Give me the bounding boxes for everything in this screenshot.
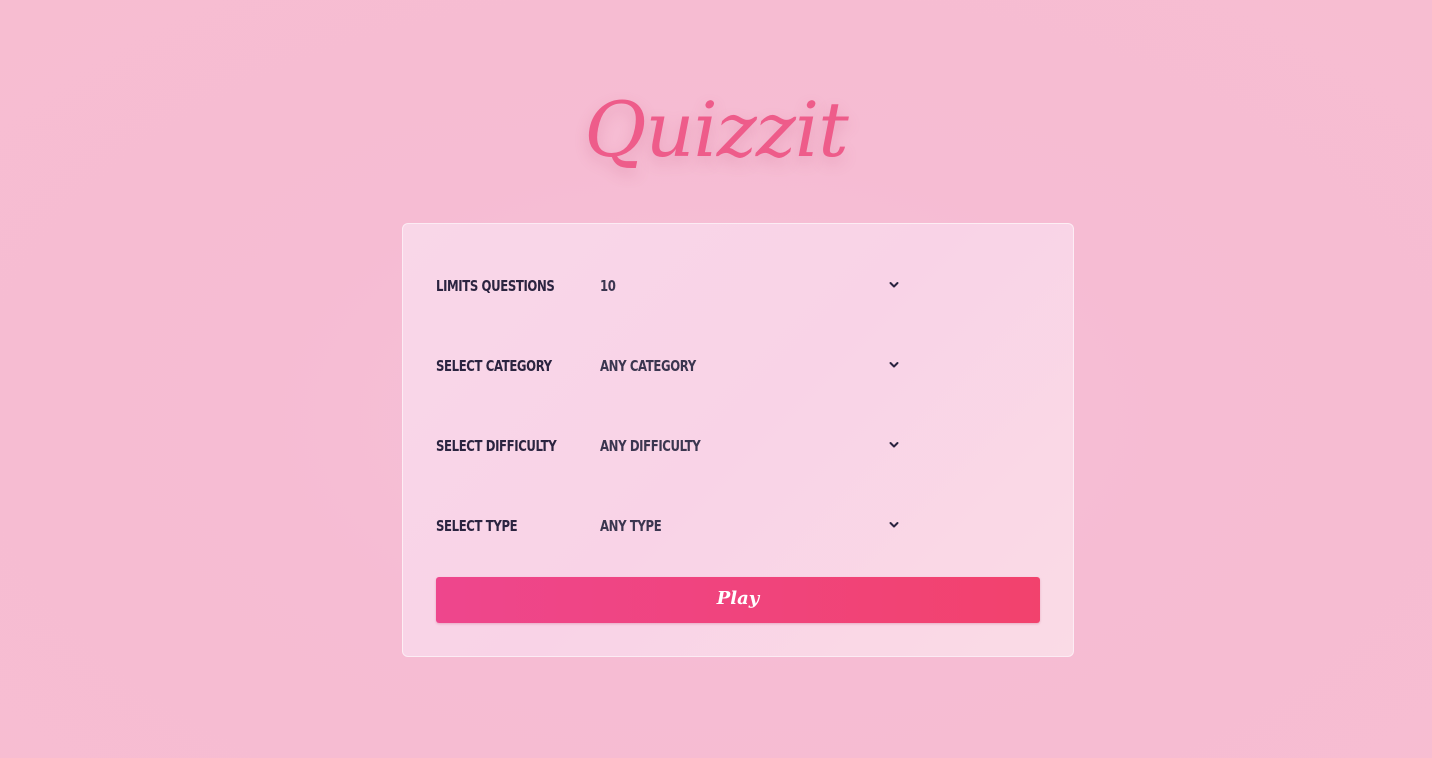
category-row: Select Category Any Category (436, 347, 906, 387)
category-select[interactable]: Any Category (600, 347, 906, 387)
limit-questions-label: Limits Questions (436, 277, 555, 295)
chevron-down-icon (889, 522, 899, 528)
difficulty-value: Any Difficulty (600, 437, 701, 455)
limit-questions-value: 10 (600, 277, 616, 295)
difficulty-select[interactable]: Any Difficulty (600, 427, 906, 467)
type-row: Select Type Any Type (436, 507, 906, 547)
play-button-label: Play (716, 588, 760, 609)
quiz-settings-card: Limits Questions 10 Select Category Any … (402, 223, 1074, 657)
difficulty-row: Select Difficulty Any Difficulty (436, 427, 906, 467)
limit-questions-select[interactable]: 10 (600, 267, 906, 307)
app-logo: Quizzit (584, 85, 849, 174)
chevron-down-icon (889, 442, 899, 448)
chevron-down-icon (889, 282, 899, 288)
chevron-down-icon (889, 362, 899, 368)
limit-questions-row: Limits Questions 10 (436, 267, 906, 307)
category-value: Any Category (600, 357, 696, 375)
difficulty-label: Select Difficulty (436, 437, 557, 455)
type-label: Select Type (436, 517, 518, 535)
type-value: Any Type (600, 517, 662, 535)
play-button[interactable]: Play (436, 577, 1040, 623)
type-select[interactable]: Any Type (600, 507, 906, 547)
category-label: Select Category (436, 357, 552, 375)
